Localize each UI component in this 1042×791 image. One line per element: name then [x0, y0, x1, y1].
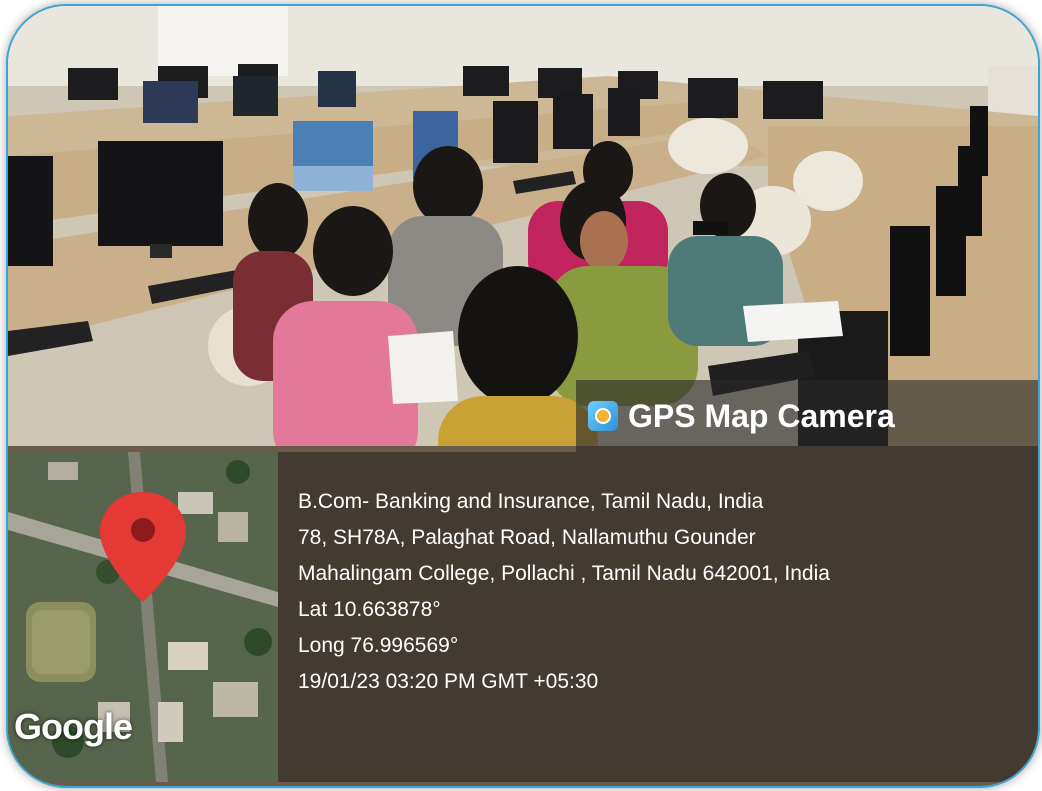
location-title: B.Com- Banking and Insurance, Tamil Nadu… [298, 490, 764, 513]
google-logo: Google [14, 706, 133, 747]
gps-map-camera-icon [588, 401, 618, 431]
latitude: Lat 10.663878° [298, 598, 441, 621]
photo-frame: GPS Map Camera B.Com- Banking and Insura… [6, 4, 1040, 788]
app-name: GPS Map Camera [628, 397, 895, 434]
address-line-2: Mahalingam College, Pollachi , Tamil Nad… [298, 562, 830, 585]
longitude: Long 76.996569° [298, 634, 459, 657]
timestamp: 19/01/23 03:20 PM GMT +05:30 [298, 670, 599, 693]
location-details: B.Com- Banking and Insurance, Tamil Nadu… [298, 484, 830, 700]
address-line-1: 78, SH78A, Palaghat Road, Nallamuthu Gou… [298, 526, 756, 549]
gps-map-camera-banner: GPS Map Camera [576, 380, 1038, 452]
